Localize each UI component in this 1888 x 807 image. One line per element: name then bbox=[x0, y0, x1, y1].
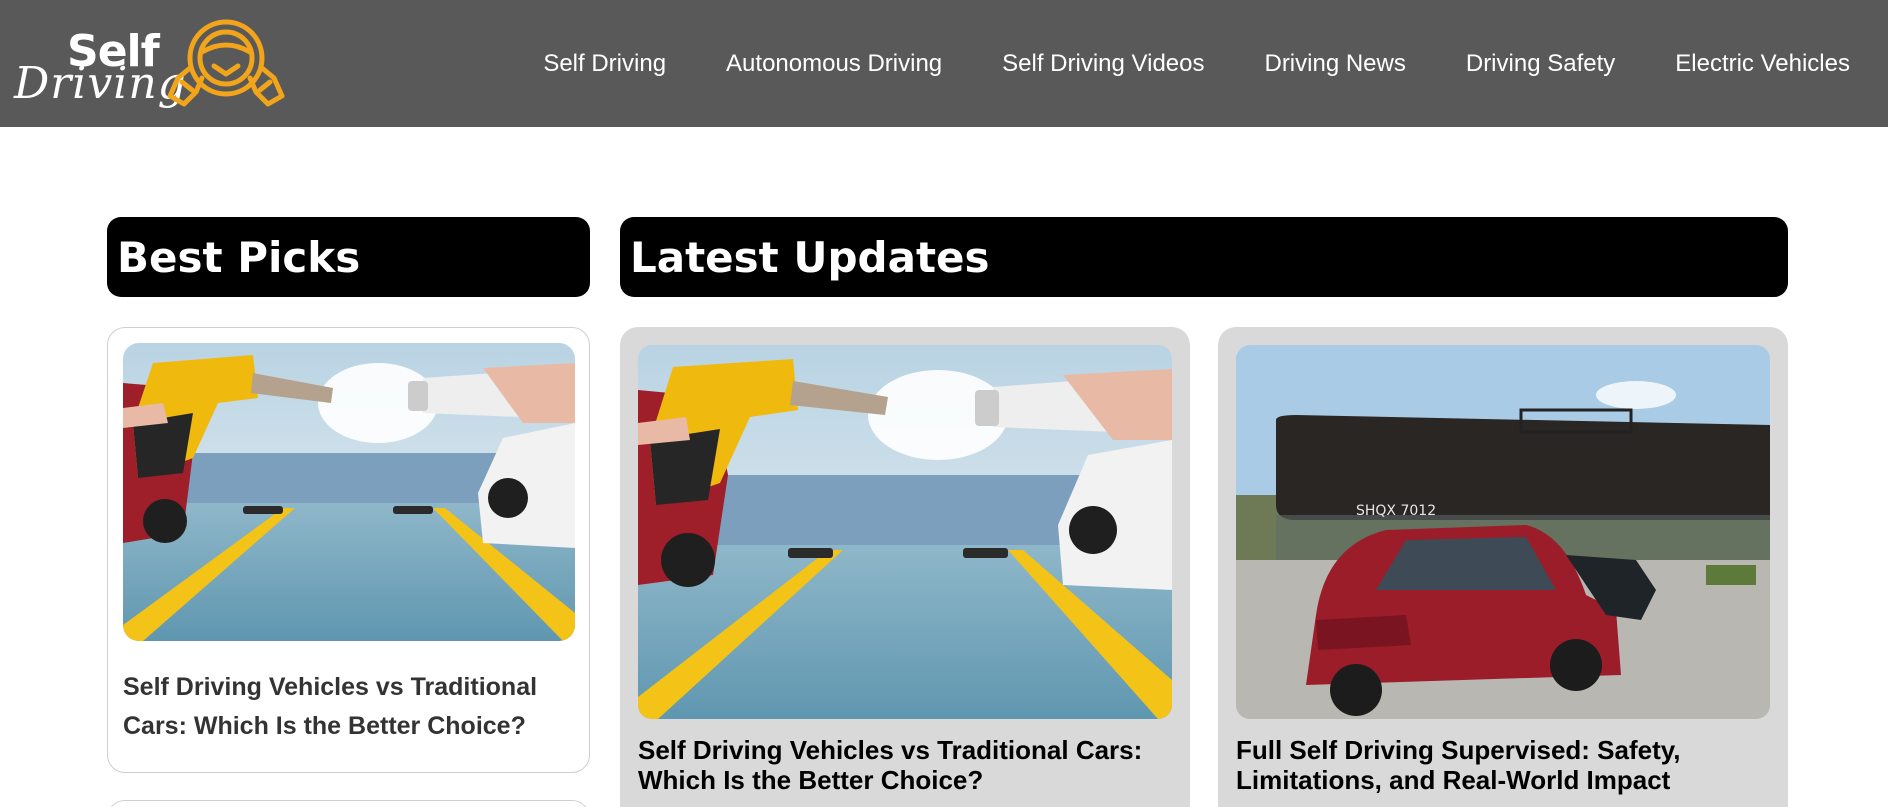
main-nav: Self Driving Autonomous Driving Self Dri… bbox=[483, 0, 1850, 127]
fuel-vs-charger-image[interactable] bbox=[123, 343, 575, 641]
nav-driving-news[interactable]: Driving News bbox=[1264, 50, 1405, 78]
nav-electric-vehicles[interactable]: Electric Vehicles bbox=[1675, 50, 1850, 78]
nav-self-driving[interactable]: Self Driving bbox=[543, 50, 666, 78]
site-header: Self Driving Self Driving Autonomous Dri… bbox=[0, 0, 1888, 127]
nav-self-driving-videos[interactable]: Self Driving Videos bbox=[1002, 50, 1204, 78]
nav-driving-safety[interactable]: Driving Safety bbox=[1466, 50, 1615, 78]
fuel-vs-charger-image[interactable] bbox=[638, 345, 1172, 719]
best-pick-card[interactable]: Self Driving Vehicles vs Traditional Car… bbox=[107, 327, 590, 773]
latest-update-title[interactable]: Full Self Driving Supervised: Safety, Li… bbox=[1236, 735, 1776, 795]
best-pick-card-2[interactable] bbox=[107, 800, 590, 807]
latest-update-card[interactable]: SHQX 7012 Full Self Driving Supervised: … bbox=[1218, 327, 1788, 807]
red-tesla-image[interactable]: SHQX 7012 bbox=[1236, 345, 1770, 719]
best-pick-title[interactable]: Self Driving Vehicles vs Traditional Car… bbox=[123, 668, 573, 746]
best-picks-heading: Best Picks bbox=[107, 217, 590, 297]
nav-autonomous-driving[interactable]: Autonomous Driving bbox=[726, 50, 942, 78]
latest-update-title[interactable]: Self Driving Vehicles vs Traditional Car… bbox=[638, 735, 1178, 795]
site-logo[interactable]: Self Driving bbox=[12, 16, 285, 112]
svg-text:SHQX 7012: SHQX 7012 bbox=[1356, 503, 1436, 519]
steering-wheel-icon bbox=[167, 19, 285, 107]
latest-updates-heading: Latest Updates bbox=[620, 217, 1788, 297]
logo-text-driving: Driving bbox=[14, 58, 187, 109]
latest-update-card[interactable]: Self Driving Vehicles vs Traditional Car… bbox=[620, 327, 1190, 807]
